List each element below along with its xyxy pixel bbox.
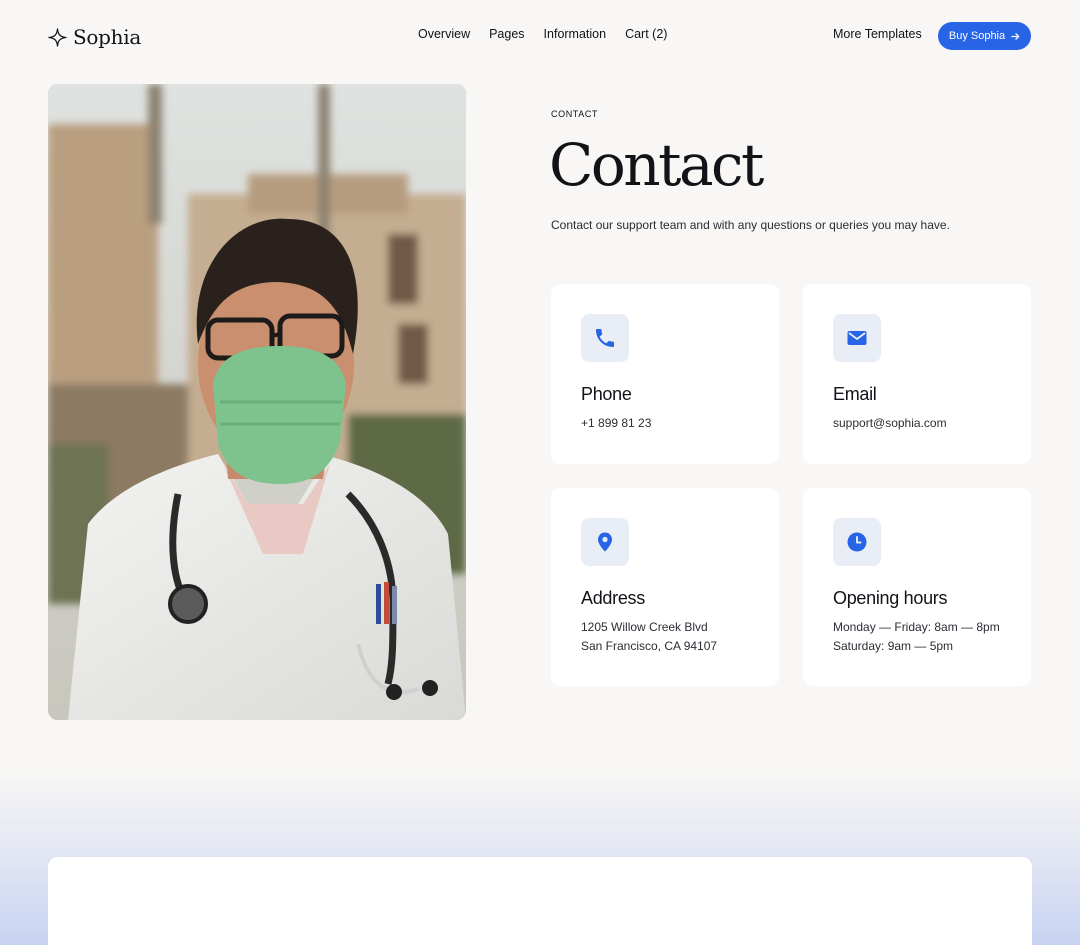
nav-item-overview[interactable]: Overview bbox=[418, 27, 470, 41]
phone-card-title: Phone bbox=[581, 384, 632, 404]
opening-hours-card: Opening hours Monday — Friday: 8am — 8pm… bbox=[803, 488, 1031, 686]
opening-hours-line-1: Monday — Friday: 8am — 8pm bbox=[833, 620, 1000, 634]
address-line-1: 1205 Willow Creek Blvd bbox=[581, 620, 708, 634]
nav-item-information[interactable]: Information bbox=[544, 27, 607, 41]
site-header: Sophia Overview Pages Information Cart (… bbox=[0, 0, 1080, 70]
buy-button[interactable]: Buy Sophia bbox=[938, 22, 1031, 50]
clock-icon-tile bbox=[833, 518, 881, 566]
section-eyebrow: CONTACT bbox=[551, 109, 599, 119]
sparkle-icon bbox=[48, 27, 67, 47]
nav-item-cart[interactable]: Cart (2) bbox=[625, 27, 667, 41]
brand-name: Sophia bbox=[73, 25, 141, 49]
opening-hours-line-2: Saturday: 9am — 5pm bbox=[833, 639, 954, 653]
email-card-title: Email bbox=[833, 384, 877, 404]
address-line-2: San Francisco, CA 94107 bbox=[581, 639, 718, 653]
more-templates-link[interactable]: More Templates bbox=[833, 27, 922, 41]
email-address[interactable]: support@sophia.com bbox=[833, 416, 947, 430]
main-nav: Overview Pages Information Cart (2) bbox=[418, 27, 667, 41]
page-subtitle: Contact our support team and with any qu… bbox=[551, 218, 950, 232]
address-card: Address 1205 Willow Creek Blvd San Franc… bbox=[551, 488, 779, 686]
address-card-title: Address bbox=[581, 588, 645, 608]
bottom-content-panel bbox=[48, 857, 1032, 945]
clock-icon bbox=[847, 532, 867, 552]
phone-number[interactable]: +1 899 81 23 bbox=[581, 416, 651, 430]
location-pin-icon bbox=[598, 532, 612, 552]
nav-item-pages[interactable]: Pages bbox=[489, 27, 524, 41]
page-title: Contact bbox=[549, 131, 764, 199]
opening-hours-card-title: Opening hours bbox=[833, 588, 948, 608]
phone-icon-tile bbox=[581, 314, 629, 362]
brand-logo-link[interactable]: Sophia bbox=[48, 24, 141, 50]
doctor-photo bbox=[48, 84, 466, 720]
mail-icon bbox=[847, 331, 867, 345]
buy-button-label: Buy Sophia bbox=[948, 30, 1006, 42]
location-pin-icon-tile bbox=[581, 518, 629, 566]
email-card: Email support@sophia.com bbox=[803, 284, 1031, 464]
arrow-right-icon bbox=[1011, 32, 1020, 40]
phone-icon bbox=[596, 329, 614, 347]
phone-card: Phone +1 899 81 23 bbox=[551, 284, 779, 464]
mail-icon-tile bbox=[833, 314, 881, 362]
